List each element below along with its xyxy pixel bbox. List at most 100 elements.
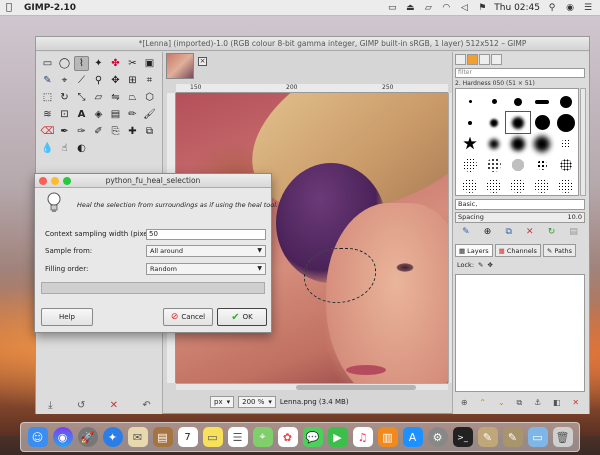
crop-icon[interactable]: ⌗: [142, 73, 157, 88]
measure-icon[interactable]: ⟋: [74, 73, 89, 88]
zoom-icon[interactable]: ⚲: [91, 73, 106, 88]
tab-fonts[interactable]: [491, 54, 502, 65]
brush-item[interactable]: [458, 133, 482, 154]
airplay-icon[interactable]: ▱: [422, 3, 434, 13]
unified-transform-icon[interactable]: ⬚: [40, 90, 55, 105]
brush-item[interactable]: [506, 175, 530, 196]
ink-icon[interactable]: ✑: [74, 124, 89, 139]
app-name-menu[interactable]: GIMP-2.10: [24, 3, 76, 13]
gimp-icon[interactable]: ✎: [477, 427, 498, 447]
brush-item[interactable]: [482, 112, 506, 133]
apple-icon[interactable]: : [6, 2, 20, 13]
fuzzy-select-icon[interactable]: ✦: [91, 56, 106, 71]
help-button[interactable]: Help: [41, 308, 93, 326]
brush-item[interactable]: [554, 175, 578, 196]
folder-icon[interactable]: ▭: [527, 427, 548, 447]
cage-icon[interactable]: ⬡: [142, 90, 157, 105]
books-icon[interactable]: ▥: [377, 427, 398, 447]
tab-patterns[interactable]: [479, 54, 490, 65]
brush-item[interactable]: [530, 112, 554, 133]
gimp-icon-2[interactable]: ✎: [502, 427, 523, 447]
color-picker-icon[interactable]: ⌖: [57, 73, 72, 88]
zoom-window-button[interactable]: [63, 177, 71, 185]
mypaint-icon[interactable]: ✐: [91, 124, 106, 139]
brush-scrollbar[interactable]: [580, 88, 586, 196]
flag-icon[interactable]: ⚑: [476, 3, 488, 13]
clone-icon[interactable]: ⎘: [108, 124, 123, 139]
trash-icon[interactable]: 🗑: [552, 427, 573, 447]
brush-item[interactable]: [458, 154, 482, 175]
flip-icon[interactable]: ⇋: [108, 90, 123, 105]
reminders-icon[interactable]: ☰: [227, 427, 248, 447]
color-select-icon[interactable]: ✤: [108, 56, 123, 71]
facetime-icon[interactable]: ▶: [327, 427, 348, 447]
close-icon[interactable]: ×: [198, 57, 207, 66]
reset-icon[interactable]: ↶: [142, 400, 150, 411]
sampling-width-input[interactable]: 50: [146, 229, 266, 240]
lock-pixels-icon[interactable]: ✎: [478, 261, 483, 269]
close-window-button[interactable]: [39, 177, 47, 185]
calendar-icon[interactable]: 7: [177, 427, 198, 447]
brush-item[interactable]: [458, 112, 482, 133]
lock-position-icon[interactable]: ✥: [487, 261, 492, 269]
settings-icon[interactable]: ⚙: [427, 427, 448, 447]
spacing-slider[interactable]: Spacing 10.0: [455, 212, 585, 223]
delete-brush-icon[interactable]: ✕: [526, 227, 534, 239]
anchor-layer-icon[interactable]: ⚓: [534, 398, 541, 410]
brush-item[interactable]: [554, 154, 578, 175]
brush-item[interactable]: [530, 91, 554, 112]
safari-icon[interactable]: ✦: [102, 427, 123, 447]
paths-icon[interactable]: ✎: [40, 73, 55, 88]
eject-icon[interactable]: ⏏: [404, 3, 416, 13]
lower-layer-icon[interactable]: ⌄: [498, 398, 505, 410]
brush-item[interactable]: [506, 154, 530, 175]
minimize-window-button[interactable]: [51, 177, 59, 185]
tab-tool-options[interactable]: [455, 54, 466, 65]
foreground-select-icon[interactable]: ▣: [142, 56, 157, 71]
layers-list[interactable]: [455, 274, 585, 392]
volume-icon[interactable]: ◁: [458, 3, 470, 13]
tab-brushes[interactable]: [467, 54, 478, 65]
brush-item[interactable]: [482, 154, 506, 175]
launchpad-icon[interactable]: 🚀: [77, 427, 98, 447]
blur-icon[interactable]: 💧: [40, 141, 55, 156]
restore-icon[interactable]: ↺: [77, 400, 85, 411]
warp-icon[interactable]: ≋: [40, 107, 55, 122]
screen-icon[interactable]: ▭: [386, 3, 398, 13]
save-preset-icon[interactable]: ⤓: [48, 400, 52, 411]
bucket-fill-icon[interactable]: ◈: [91, 107, 106, 122]
brush-preset-field[interactable]: Basic,: [455, 199, 585, 210]
brush-item[interactable]: [458, 91, 482, 112]
perspective-clone-icon[interactable]: ⧉: [142, 124, 157, 139]
tab-layers[interactable]: ▦ Layers: [455, 244, 493, 257]
stickies-icon[interactable]: ▭: [202, 427, 223, 447]
messages-icon[interactable]: 💬: [302, 427, 323, 447]
mail-icon[interactable]: ✉: [127, 427, 148, 447]
ok-button[interactable]: ✔ OK: [217, 308, 267, 326]
eraser-icon[interactable]: ⌫: [40, 124, 55, 139]
photos-icon[interactable]: ✿: [277, 427, 298, 447]
brush-item[interactable]: [554, 91, 578, 112]
tab-channels[interactable]: ▦ Channels: [494, 244, 541, 257]
edit-brush-icon[interactable]: ✎: [462, 227, 470, 239]
horizontal-scrollbar[interactable]: [176, 383, 448, 390]
brush-item[interactable]: [530, 133, 554, 154]
brush-item[interactable]: [554, 112, 578, 133]
paintbrush-icon[interactable]: 🖌: [142, 107, 157, 122]
scissors-icon[interactable]: ✂: [125, 56, 140, 71]
scrollbar-thumb[interactable]: [296, 385, 416, 390]
brush-item[interactable]: [482, 133, 506, 154]
brush-menu-icon[interactable]: ▤: [569, 227, 578, 239]
raise-layer-icon[interactable]: ⌃: [479, 398, 486, 410]
new-brush-icon[interactable]: ⊕: [484, 227, 492, 239]
duplicate-layer-icon[interactable]: ⧉: [516, 398, 522, 410]
brush-item[interactable]: [505, 111, 531, 134]
cancel-button[interactable]: ⊘ Cancel: [163, 308, 213, 326]
filling-order-select[interactable]: Random ▼: [146, 263, 266, 275]
handle-icon[interactable]: ⊡: [57, 107, 72, 122]
siri-icon[interactable]: ◉: [52, 427, 73, 447]
perspective-icon[interactable]: ⏢: [125, 90, 140, 105]
mask-icon[interactable]: ◧: [553, 398, 561, 410]
brush-item[interactable]: [530, 154, 554, 175]
delete-layer-icon[interactable]: ✕: [572, 398, 579, 410]
